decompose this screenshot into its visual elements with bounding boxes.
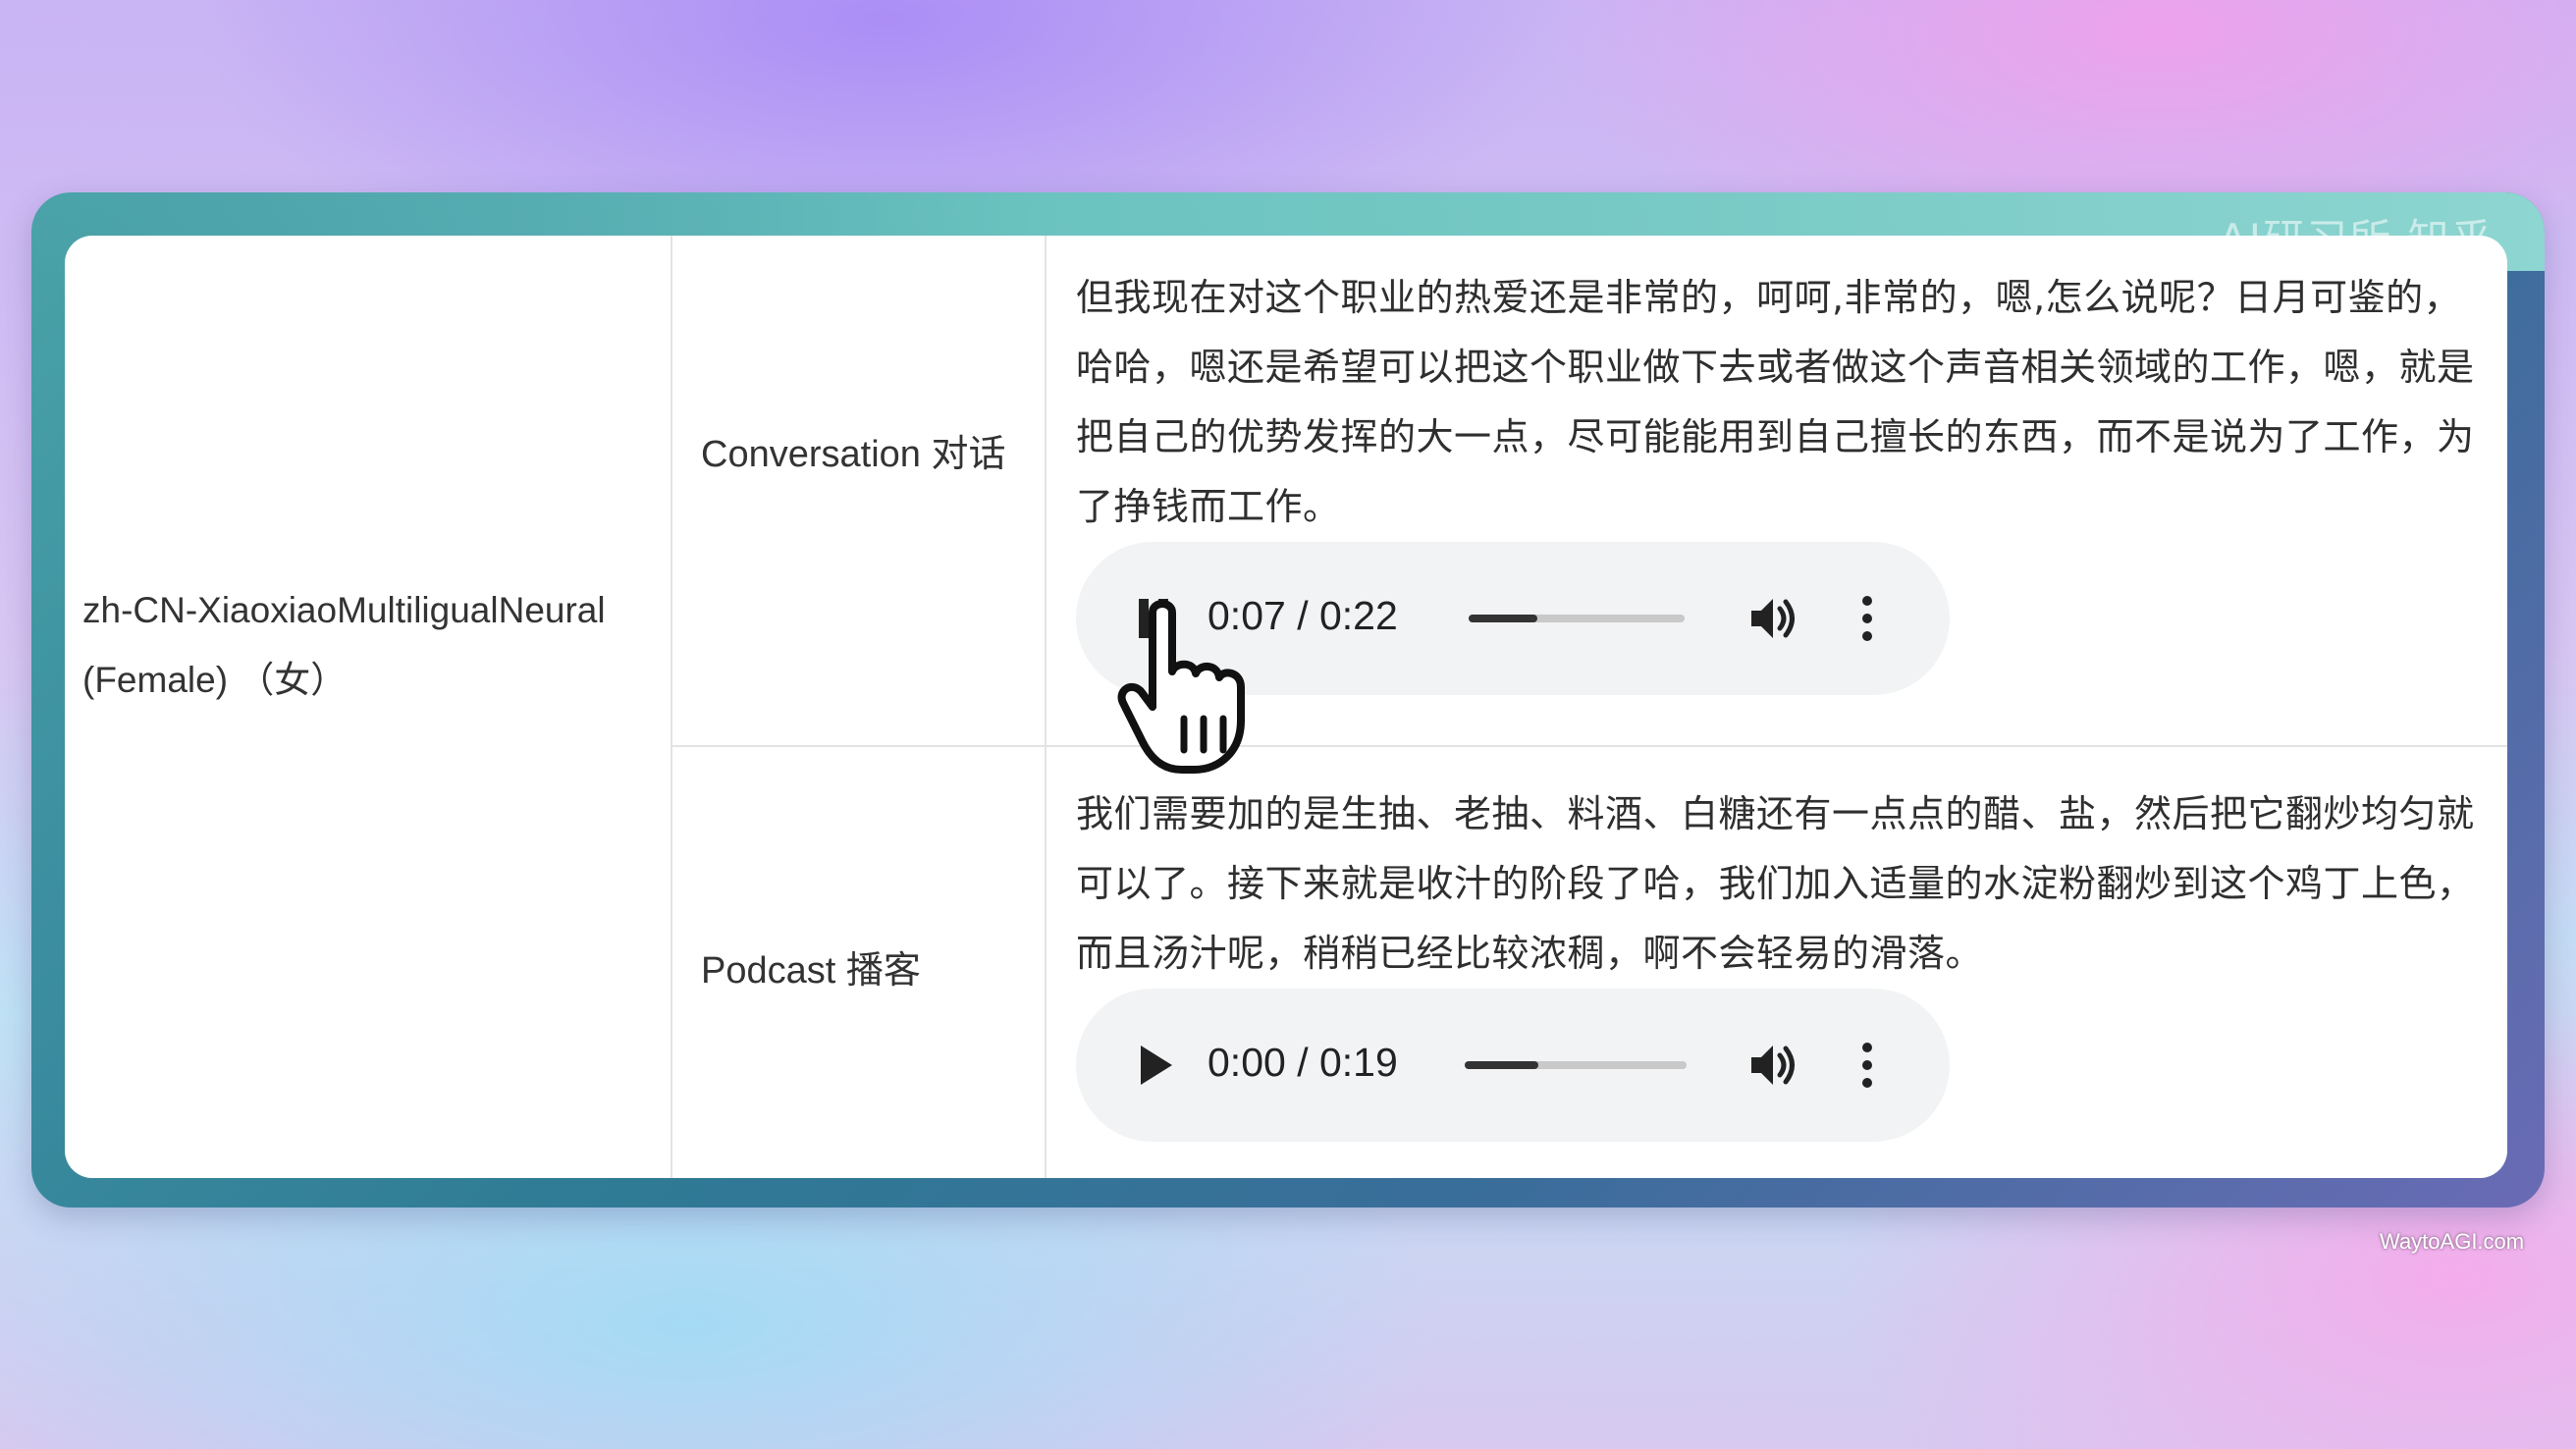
seek-bar-progress <box>1469 615 1538 622</box>
play-icon[interactable] <box>1125 1036 1184 1095</box>
style-label-conversation: Conversation 对话 <box>701 434 1006 475</box>
player-time: 0:00 / 0:19 <box>1208 1040 1398 1085</box>
watermark-bottom: WaytoAGI.com <box>2380 1229 2525 1254</box>
row-divider <box>671 745 2507 747</box>
voice-sample-table: zh-CN-XiaoxiaoMultiligualNeural (Female)… <box>65 236 2507 1178</box>
voice-name: zh-CN-XiaoxiaoMultiligualNeural (Female)… <box>82 590 606 700</box>
audio-player-podcast[interactable]: 0:00 / 0:19 <box>1076 989 1950 1142</box>
seek-bar-progress <box>1465 1061 1538 1069</box>
style-label-podcast: Podcast 播客 <box>701 950 921 992</box>
hand-pointer-cursor-icon <box>1113 593 1270 779</box>
sample-text-podcast: 我们需要加的是生抽、老抽、料酒、白糖还有一点点的醋、盐，然后把它翻炒均匀就可以了… <box>1076 792 2475 975</box>
volume-icon[interactable] <box>1744 589 1802 648</box>
volume-icon[interactable] <box>1744 1036 1802 1095</box>
column-divider <box>1045 236 1046 1178</box>
more-options-icon[interactable] <box>1838 1036 1897 1095</box>
sample-text-conversation: 但我现在对这个职业的热爱还是非常的，呵呵,非常的，嗯,怎么说呢？日月可鉴的，哈哈… <box>1076 276 2475 528</box>
seek-bar[interactable] <box>1469 615 1685 622</box>
seek-bar[interactable] <box>1465 1061 1687 1069</box>
more-options-icon[interactable] <box>1838 589 1897 648</box>
